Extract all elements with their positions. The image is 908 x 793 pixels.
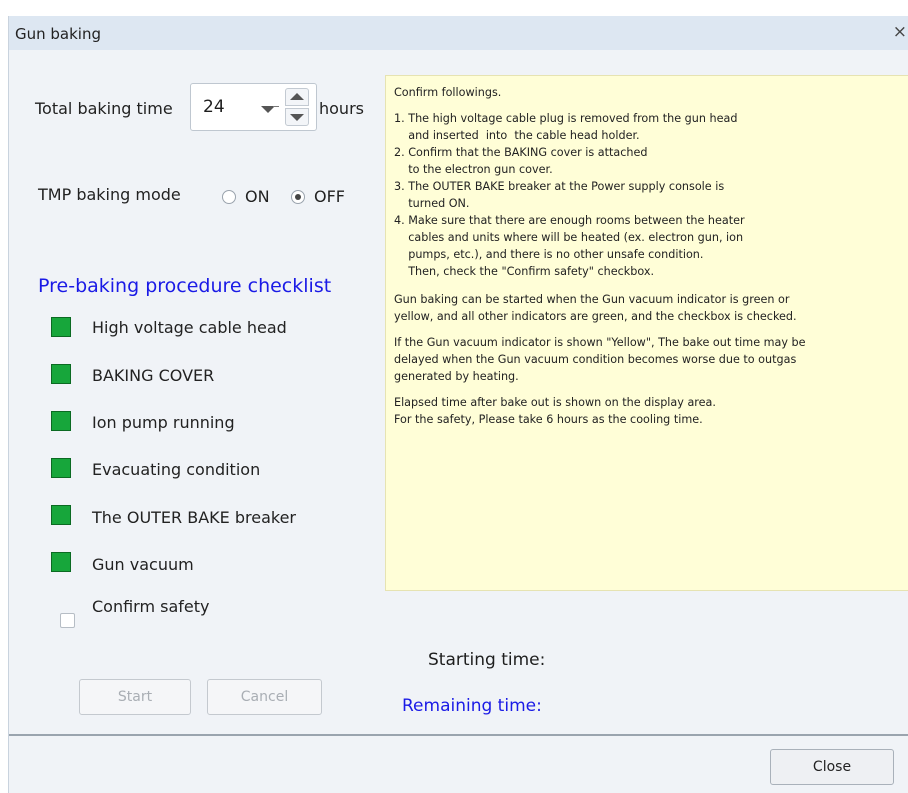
baking-time-label: Total baking time — [35, 99, 173, 118]
window-title: Gun baking — [15, 25, 102, 43]
instructions-paragraph: If the Gun vacuum indicator is shown "Ye… — [394, 336, 806, 383]
decrement-button[interactable] — [285, 108, 309, 126]
status-indicator-gun-vacuum — [51, 552, 71, 572]
cancel-button[interactable]: Cancel — [207, 679, 322, 715]
checklist-item-label: BAKING COVER — [92, 366, 215, 385]
instructions-heading: Confirm followings. — [394, 86, 502, 99]
checklist-item-label: High voltage cable head — [92, 318, 287, 337]
close-button[interactable]: Close — [770, 749, 894, 785]
tmp-off-label[interactable]: OFF — [314, 187, 345, 206]
gun-baking-dialog: Gun baking × Total baking time 24 hours … — [8, 16, 908, 793]
remaining-time-label: Remaining time: — [402, 696, 542, 716]
dropdown-arrow-icon[interactable] — [261, 106, 275, 113]
status-indicator-baking-cover — [51, 364, 71, 384]
checklist-item-label: The OUTER BAKE breaker — [92, 508, 296, 527]
status-indicator-ion-pump — [51, 411, 71, 431]
tmp-on-radio[interactable] — [222, 190, 236, 204]
status-indicator-outer-bake — [51, 505, 71, 525]
instructions-paragraph: Elapsed time after bake out is shown on … — [394, 396, 716, 426]
starting-time-label: Starting time: — [428, 650, 546, 670]
status-indicator-evacuating — [51, 458, 71, 478]
tmp-mode-label: TMP baking mode — [38, 185, 181, 204]
instructions-steps: 1. The high voltage cable plug is remove… — [394, 112, 745, 278]
footer-divider — [9, 734, 908, 736]
close-icon[interactable]: × — [893, 22, 907, 42]
confirm-safety-label[interactable]: Confirm safety — [92, 597, 210, 616]
tmp-on-label[interactable]: ON — [245, 187, 270, 206]
tmp-off-radio[interactable] — [291, 190, 305, 204]
hours-unit-label: hours — [319, 99, 364, 118]
increment-button[interactable] — [285, 88, 309, 106]
baking-time-spinner[interactable]: 24 — [190, 83, 317, 131]
checklist-item-label: Evacuating condition — [92, 460, 261, 479]
start-button[interactable]: Start — [79, 679, 191, 715]
status-indicator-cable-head — [51, 317, 71, 337]
arrow-down-icon — [290, 114, 304, 121]
instructions-paragraph: Gun baking can be started when the Gun v… — [394, 293, 797, 323]
dropdown-line-icon — [273, 106, 279, 107]
checklist-item-label: Ion pump running — [92, 413, 235, 432]
title-bar: Gun baking × — [9, 16, 908, 50]
instructions-panel: Confirm followings. 1. The high voltage … — [385, 75, 908, 591]
arrow-up-icon — [290, 93, 304, 100]
confirm-safety-checkbox[interactable] — [60, 613, 75, 628]
checklist-title: Pre-baking procedure checklist — [38, 275, 332, 297]
baking-time-value[interactable]: 24 — [203, 97, 225, 117]
checklist-item-label: Gun vacuum — [92, 555, 194, 574]
